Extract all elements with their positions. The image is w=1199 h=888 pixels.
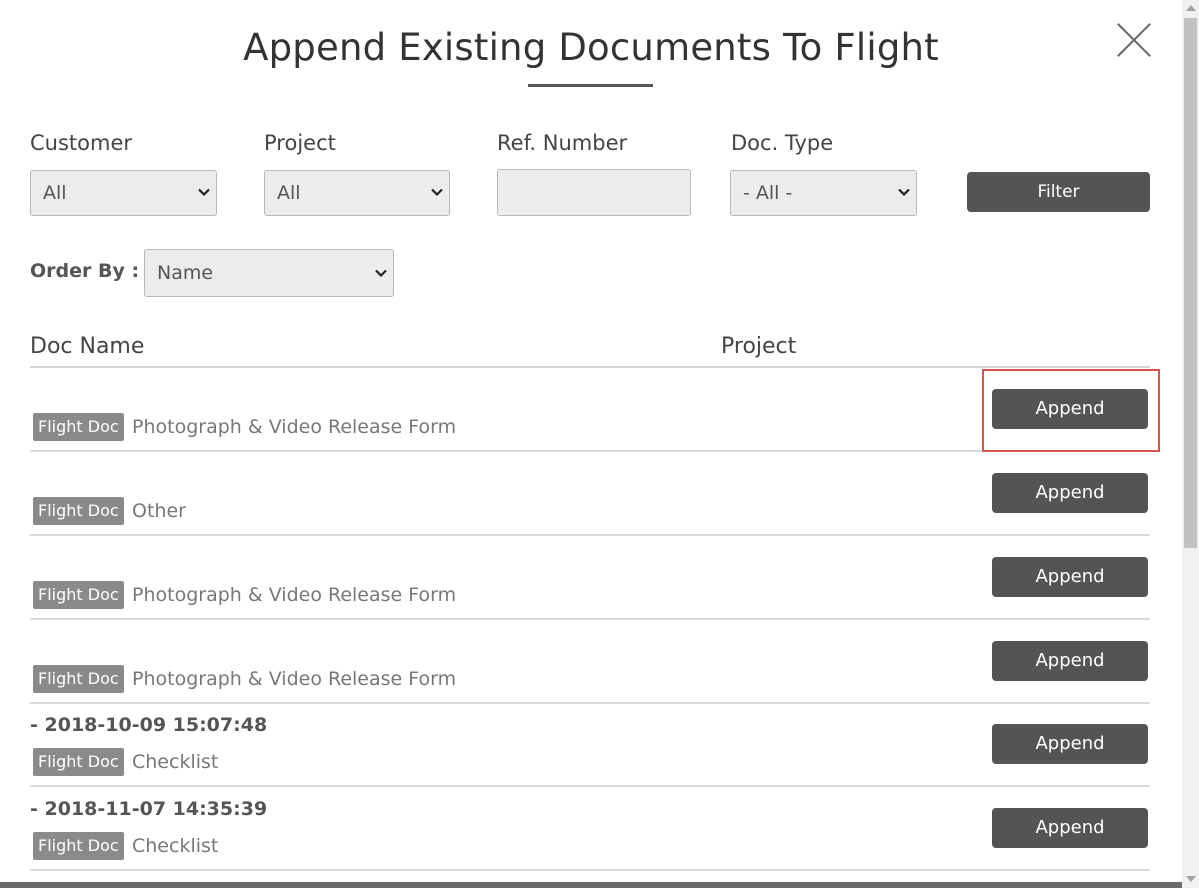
append-button[interactable]: Append (992, 724, 1148, 764)
append-button[interactable]: Append (992, 389, 1148, 429)
table-row: Flight Doc Other Append (30, 452, 1150, 536)
chevron-down-icon (375, 269, 387, 278)
customer-select-value: All (43, 182, 67, 204)
chevron-down-icon (898, 188, 910, 197)
chevron-down-icon (431, 188, 443, 197)
doc-name: Photograph & Video Release Form (132, 584, 457, 606)
ref-number-input[interactable] (497, 169, 691, 216)
append-button[interactable]: Append (992, 557, 1148, 597)
table-row: - 2018-10-09 15:07:48 Flight Doc Checkli… (30, 703, 1150, 787)
doc-type-badge: Flight Doc (33, 665, 124, 693)
doc-name: Checklist (132, 751, 219, 773)
order-by-select-value: Name (157, 262, 214, 284)
table-row: - 2018-11-07 14:35:39 Flight Doc Checkli… (30, 787, 1150, 871)
doc-type-select[interactable]: - All - (730, 170, 917, 216)
doc-type-badge: Flight Doc (33, 497, 124, 525)
customer-label: Customer (30, 131, 133, 155)
table-row: Flight Doc Photograph & Video Release Fo… (30, 620, 1150, 704)
append-button[interactable]: Append (992, 808, 1148, 848)
project-label: Project (264, 131, 336, 155)
order-by-select[interactable]: Name (144, 249, 394, 297)
doc-type-badge: Flight Doc (33, 581, 124, 609)
row-timestamp: - 2018-10-09 15:07:48 (30, 714, 268, 736)
customer-select[interactable]: All (30, 170, 217, 216)
doc-name: Other (132, 500, 186, 522)
project-column-header: Project (721, 334, 797, 359)
doc-name: Checklist (132, 835, 219, 857)
bottom-strip (0, 882, 1182, 888)
project-select[interactable]: All (264, 170, 450, 216)
doc-type-label: Doc. Type (731, 131, 834, 155)
doc-name: Photograph & Video Release Form (132, 668, 457, 690)
doc-type-badge: Flight Doc (33, 413, 124, 441)
append-button[interactable]: Append (992, 641, 1148, 681)
doc-name: Photograph & Video Release Form (132, 416, 457, 438)
doc-name-column-header: Doc Name (30, 334, 145, 359)
doc-type-badge: Flight Doc (33, 748, 124, 776)
project-select-value: All (277, 182, 301, 204)
table-row: Flight Doc Photograph & Video Release Fo… (30, 368, 1150, 452)
modal-title: Append Existing Documents To Flight (243, 26, 939, 69)
row-timestamp: - 2018-11-07 14:35:39 (30, 798, 268, 820)
scroll-up-arrow-icon[interactable] (1186, 5, 1196, 11)
table-row: Flight Doc Photograph & Video Release Fo… (30, 536, 1150, 620)
ref-number-label: Ref. Number (497, 131, 628, 155)
close-icon[interactable] (1114, 20, 1154, 60)
append-button[interactable]: Append (992, 473, 1148, 513)
doc-type-badge: Flight Doc (33, 832, 124, 860)
order-by-label: Order By : (30, 260, 140, 282)
title-underline (528, 84, 653, 87)
filter-button[interactable]: Filter (967, 172, 1150, 212)
scrollbar-thumb[interactable] (1184, 18, 1197, 548)
doc-type-select-value: - All - (743, 182, 793, 204)
scroll-down-arrow-icon[interactable] (1186, 876, 1196, 882)
chevron-down-icon (198, 188, 210, 197)
append-documents-modal: Append Existing Documents To Flight Cust… (0, 0, 1182, 888)
